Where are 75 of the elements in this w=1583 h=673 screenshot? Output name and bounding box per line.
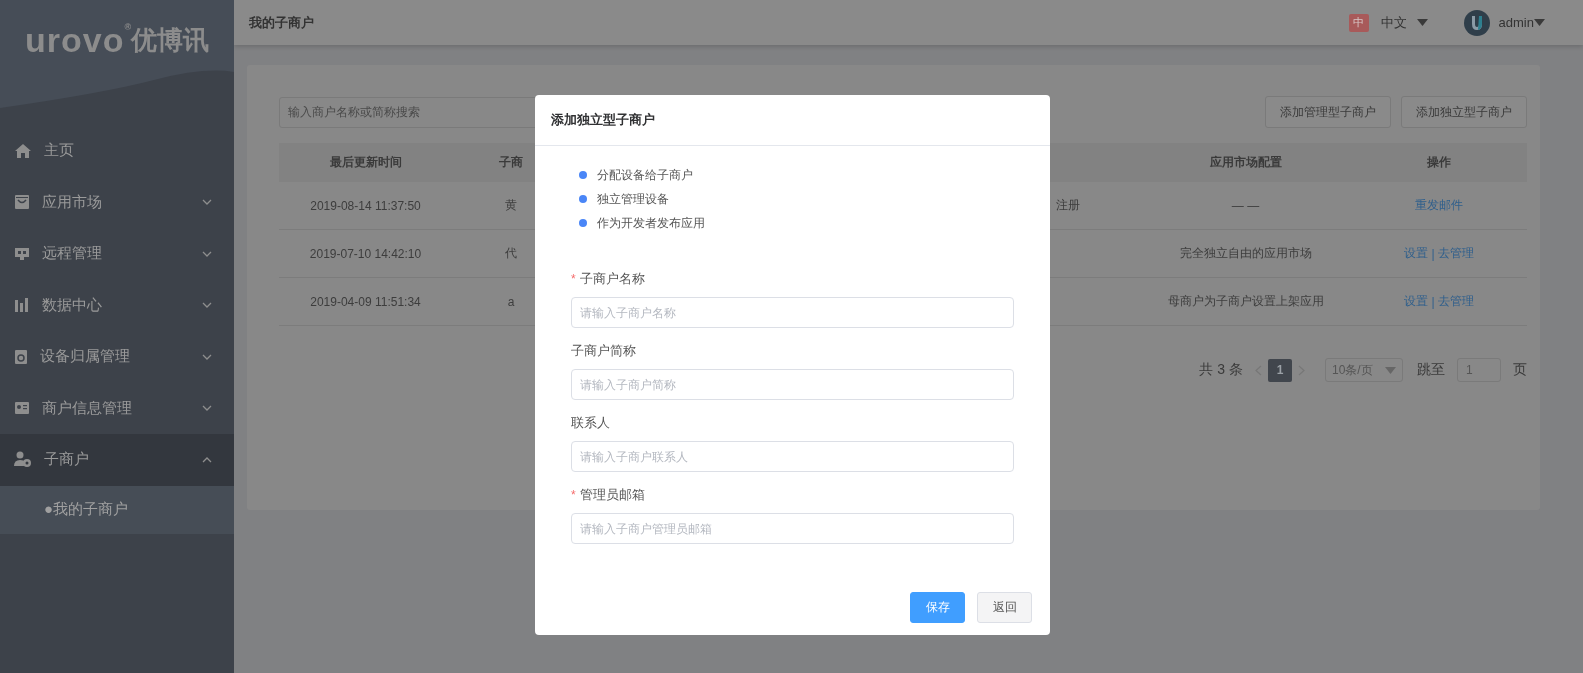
chevron-down-icon [202, 405, 212, 412]
table-cell: 2019-08-14 11:37:50 [310, 198, 421, 213]
action-link[interactable]: 去管理 [1437, 245, 1474, 262]
jump-label: 跳至 [1417, 361, 1445, 379]
user-gear-icon [14, 451, 32, 469]
feature-text: 作为开发者发布应用 [597, 214, 705, 232]
avatar-icon[interactable] [1463, 9, 1490, 36]
add-merchant-button[interactable]: 添加管理型子商户 [1265, 96, 1391, 128]
column-header: 操作 [1427, 154, 1451, 171]
monitor-icon [14, 245, 30, 262]
language-flag[interactable]: 中 [1348, 13, 1369, 32]
table-cell: 2019-07-10 14:42:10 [309, 246, 422, 261]
device-icon [14, 348, 28, 365]
required-mark: * [571, 272, 576, 286]
field-label: 管理员邮箱 [579, 486, 645, 504]
caret-icon [1534, 19, 1545, 26]
sidebar-item[interactable]: 数据中心 [0, 279, 234, 331]
logo: urovo®优博讯 [24, 20, 210, 60]
action-link[interactable]: 设置 [1404, 245, 1429, 262]
page-number[interactable]: 1 [1268, 358, 1292, 382]
chevron-down-icon [202, 353, 212, 360]
sidebar-item[interactable]: 远程管理 [0, 228, 234, 280]
input-field[interactable]: 请输入子商户管理员邮箱 [571, 513, 1014, 544]
feature-text: 分配设备给子商户 [597, 166, 693, 184]
page-title: 我的子商户 [249, 13, 315, 32]
add-merchant-button[interactable]: 添加独立型子商户 [1401, 96, 1527, 128]
field-label: 子商户名称 [579, 270, 645, 288]
user-name[interactable]: admin [1498, 15, 1534, 30]
bullet-dot [579, 171, 587, 179]
field-label: 联系人 [571, 414, 610, 432]
caret-icon [1385, 366, 1396, 374]
sidebar-item[interactable]: 应用市场 [0, 176, 234, 228]
sidebar-item[interactable]: 商户信息管理 [0, 382, 234, 434]
id-card-icon [14, 401, 30, 416]
column-header: 应用市场配置 [1209, 154, 1282, 171]
store-icon [14, 194, 30, 211]
feature-text: 独立管理设备 [597, 190, 669, 208]
bullet-dot [579, 195, 587, 203]
status-cell: 注册 [1056, 197, 1080, 214]
table-cell: 2019-04-09 11:51:34 [310, 294, 421, 309]
sidebar-item[interactable]: 子商户 [0, 434, 234, 486]
total-count: 共 3 条 [1199, 361, 1243, 379]
page-suffix: 页 [1513, 361, 1527, 379]
action-link[interactable]: 重发邮件 [1415, 197, 1463, 214]
action-link[interactable]: 设置 [1404, 293, 1429, 310]
column-header: 最后更新时间 [329, 154, 402, 171]
column-header: 子商 [499, 154, 523, 171]
table-cell: 代 [505, 245, 517, 262]
input-field[interactable]: 请输入子商户名称 [571, 297, 1014, 328]
chevron-down-icon [202, 199, 212, 206]
table-cell: — — [1231, 198, 1260, 213]
input-field[interactable]: 请输入子商户联系人 [571, 441, 1014, 472]
chevron-down-icon [202, 250, 212, 257]
sidebar-subitem[interactable]: ●我的子商户 [0, 485, 234, 534]
action-link[interactable]: 去管理 [1437, 293, 1474, 310]
input-field[interactable]: 请输入子商户简称 [571, 369, 1014, 400]
sidebar-item[interactable]: 设备归属管理 [0, 331, 234, 383]
sidebar-item[interactable]: 主页 [0, 125, 234, 177]
chevron-down-icon [202, 302, 212, 309]
field-label: 子商户简称 [571, 342, 636, 360]
bullet-dot [579, 219, 587, 227]
link-separator: | [1431, 246, 1435, 261]
back-button[interactable]: 返回 [977, 592, 1032, 623]
save-button[interactable]: 保存 [910, 592, 965, 623]
chevron-up-icon [202, 456, 212, 463]
table-cell: 完全独立自由的应用市场 [1179, 245, 1312, 262]
table-cell: a [507, 294, 515, 309]
language-label[interactable]: 中文 [1380, 13, 1407, 32]
dialog-title: 添加独立型子商户 [551, 111, 655, 129]
table-cell: 黄 [505, 197, 517, 214]
home-icon [14, 142, 32, 159]
bar-chart-icon [14, 297, 30, 314]
caret-icon [1416, 19, 1428, 26]
required-mark: * [571, 488, 576, 502]
link-separator: | [1431, 294, 1435, 309]
